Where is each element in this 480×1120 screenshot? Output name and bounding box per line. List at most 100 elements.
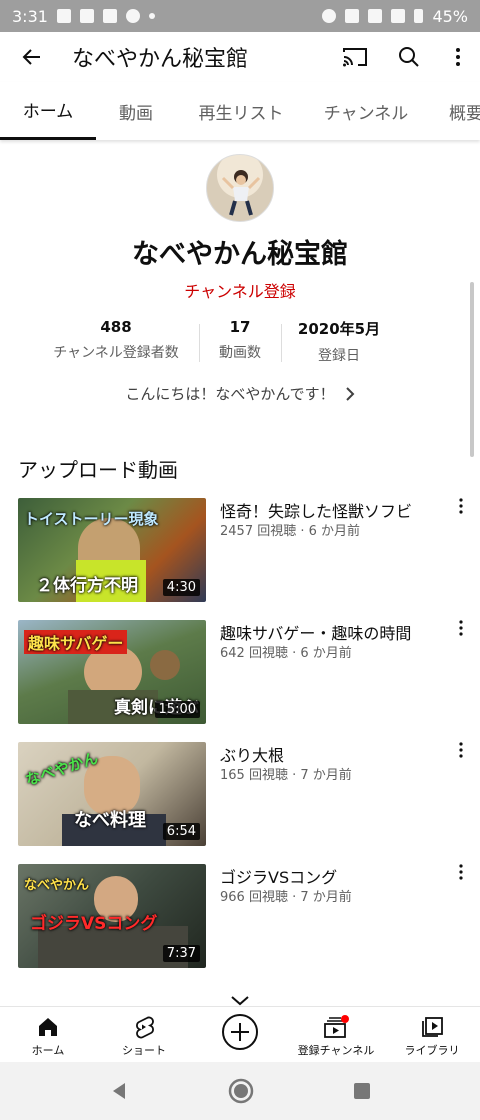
channel-stats: 488 チャンネル登録者数 17 動画数 2020年5月 登録日 bbox=[0, 318, 480, 368]
nav-label: ショート bbox=[122, 1044, 166, 1057]
shield-icon bbox=[102, 9, 117, 23]
status-time: 3:31 bbox=[12, 6, 48, 26]
shorts-icon bbox=[136, 1016, 154, 1039]
video-duration: 6:54 bbox=[162, 823, 200, 840]
video-more-button[interactable] bbox=[450, 864, 472, 888]
notification-dot-icon bbox=[148, 13, 155, 19]
tab-channels[interactable]: チャンネル bbox=[306, 82, 426, 140]
channel-description-link[interactable]: こんにちは！なべやかんです！ bbox=[0, 383, 480, 404]
system-home-icon[interactable] bbox=[227, 1077, 255, 1105]
page-title: なべやかん秘宝館 bbox=[72, 47, 249, 72]
create-icon bbox=[222, 1014, 258, 1050]
thumbnail-caption-bottom: ゴジラVSコング bbox=[30, 914, 158, 934]
thumbnail-caption-bottom: なべ料理 bbox=[74, 810, 146, 831]
wifi-icon bbox=[368, 9, 383, 23]
video-thumbnail[interactable]: なべやかん ゴジラVSコング 7:37 bbox=[18, 864, 206, 968]
nav-label: 登録チャンネル bbox=[297, 1044, 375, 1057]
nav-subscriptions[interactable]: 登録チャンネル bbox=[288, 1007, 384, 1062]
video-item[interactable]: なべやかん ゴジラVSコング 7:37 ゴジラVSコング 966 回視聴 · 7… bbox=[0, 864, 480, 968]
divider bbox=[281, 324, 282, 362]
system-recents-icon[interactable] bbox=[353, 1082, 371, 1100]
system-navigation-bar bbox=[0, 1062, 480, 1120]
status-right: 45% bbox=[322, 7, 468, 26]
bottom-navigation: ホーム ショート 登録チャンネル ライブラリ bbox=[0, 1006, 480, 1062]
channel-avatar[interactable] bbox=[206, 154, 274, 222]
video-thumbnail[interactable]: なべやかん なべ料理 6:54 bbox=[18, 742, 206, 846]
video-title[interactable]: 怪奇！失踪した怪獣ソフビ bbox=[220, 498, 412, 522]
mute-icon bbox=[345, 9, 360, 23]
signal-icon bbox=[391, 9, 406, 23]
tab-videos[interactable]: 動画 bbox=[96, 82, 176, 140]
video-thumbnail[interactable]: トイストーリー現象 ２体行方不明 4:30 bbox=[18, 498, 206, 602]
tab-about[interactable]: 概要 bbox=[426, 82, 480, 140]
video-duration: 4:30 bbox=[162, 579, 200, 596]
channel-tabs: ホーム 動画 再生リスト チャンネル 概要 bbox=[0, 82, 480, 140]
more-vert-icon bbox=[459, 742, 463, 758]
tab-home[interactable]: ホーム bbox=[0, 82, 96, 140]
battery-icon bbox=[414, 9, 424, 23]
stat-label: 登録日 bbox=[318, 348, 360, 364]
nav-home[interactable]: ホーム bbox=[0, 1007, 96, 1062]
more-vert-icon bbox=[459, 498, 463, 514]
thumbnail-caption-bottom: ２体行方不明 bbox=[36, 576, 138, 596]
video-meta: 165 回視聴 · 7 か月前 bbox=[220, 768, 352, 783]
channel-description: こんにちは！なべやかんです！ bbox=[125, 385, 335, 403]
nav-shorts[interactable]: ショート bbox=[96, 1007, 192, 1062]
thumbnail-caption-top: なべやかん bbox=[24, 878, 90, 893]
status-bar: 3:31 45% bbox=[0, 0, 480, 32]
thumbnail-caption-top: トイストーリー現象 bbox=[24, 510, 159, 528]
cast-icon bbox=[343, 48, 367, 67]
video-item[interactable]: なべやかん なべ料理 6:54 ぶり大根 165 回視聴 · 7 か月前 bbox=[0, 742, 480, 846]
app-bar: なべやかん秘宝館 bbox=[0, 32, 480, 82]
chevron-right-icon bbox=[345, 386, 355, 401]
home-icon bbox=[39, 1018, 57, 1036]
video-meta: 642 回視聴 · 6 か月前 bbox=[220, 646, 352, 661]
more-options-button[interactable] bbox=[436, 32, 480, 82]
stat-subscribers: 488 チャンネル登録者数 bbox=[40, 318, 192, 362]
stat-value: 488 bbox=[100, 318, 132, 336]
stat-label: 動画数 bbox=[219, 345, 261, 361]
cast-button[interactable] bbox=[328, 32, 382, 82]
section-title: アップロード動画 bbox=[18, 458, 178, 482]
thumbnail-object bbox=[150, 650, 180, 680]
nav-create[interactable] bbox=[192, 1007, 288, 1062]
battery-level: 45% bbox=[432, 6, 468, 26]
channel-name: なべやかん秘宝館 bbox=[132, 239, 348, 270]
nav-library[interactable]: ライブラリ bbox=[384, 1007, 480, 1062]
video-more-button[interactable] bbox=[450, 620, 472, 644]
stat-joined: 2020年5月 登録日 bbox=[288, 318, 390, 365]
video-more-button[interactable] bbox=[450, 742, 472, 766]
more-vert-icon bbox=[456, 48, 460, 66]
search-button[interactable] bbox=[382, 32, 436, 82]
stat-value: 17 bbox=[229, 318, 251, 336]
video-more-button[interactable] bbox=[450, 498, 472, 522]
status-left: 3:31 bbox=[12, 7, 155, 26]
video-meta: 966 回視聴 · 7 か月前 bbox=[220, 890, 352, 905]
system-back-icon[interactable] bbox=[109, 1081, 129, 1101]
search-icon bbox=[399, 47, 419, 67]
back-button[interactable] bbox=[0, 32, 64, 82]
video-item[interactable]: 趣味サバゲー 真剣に遊ぶ 15:00 趣味サバゲー・趣味の時間 642 回視聴 … bbox=[0, 620, 480, 724]
more-vert-icon bbox=[459, 620, 463, 636]
video-title[interactable]: 趣味サバゲー・趣味の時間 bbox=[220, 620, 411, 644]
arrow-left-icon bbox=[22, 49, 40, 65]
library-icon bbox=[422, 1017, 443, 1037]
nav-label: ライブラリ bbox=[404, 1044, 460, 1057]
video-item[interactable]: トイストーリー現象 ２体行方不明 4:30 怪奇！失踪した怪獣ソフビ 2457 … bbox=[0, 498, 480, 602]
stat-label: チャンネル登録者数 bbox=[53, 345, 179, 361]
subscribe-button[interactable]: チャンネル登録 bbox=[0, 278, 480, 302]
reply-icon bbox=[79, 9, 94, 23]
alarm-icon bbox=[322, 9, 337, 23]
stat-value: 2020年5月 bbox=[297, 320, 381, 338]
subscriptions-icon bbox=[324, 1015, 349, 1038]
nav-label: ホーム bbox=[31, 1044, 65, 1057]
more-vert-icon bbox=[459, 864, 463, 880]
scrollbar[interactable] bbox=[470, 282, 474, 457]
thumbnail-caption-top: 趣味サバゲー bbox=[24, 630, 128, 654]
video-meta: 2457 回視聴 · 6 か月前 bbox=[220, 524, 361, 539]
video-title[interactable]: ぶり大根 bbox=[220, 742, 284, 766]
tab-playlists[interactable]: 再生リスト bbox=[176, 82, 306, 140]
video-thumbnail[interactable]: 趣味サバゲー 真剣に遊ぶ 15:00 bbox=[18, 620, 206, 724]
video-title[interactable]: ゴジラVSコング bbox=[220, 864, 337, 888]
stat-video-count: 17 動画数 bbox=[206, 318, 274, 362]
